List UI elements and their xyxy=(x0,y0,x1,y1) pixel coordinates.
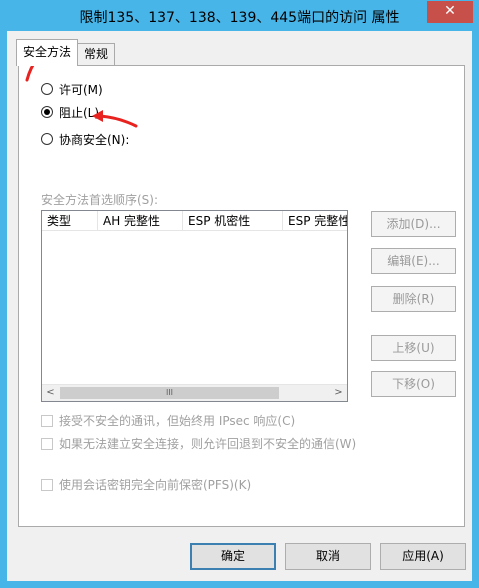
close-icon: ✕ xyxy=(444,3,456,19)
column-header-type[interactable]: 类型 xyxy=(42,211,98,230)
radio-block-control[interactable] xyxy=(41,106,53,118)
horizontal-scrollbar[interactable]: < III > xyxy=(42,384,347,401)
apply-button[interactable]: 应用(A) xyxy=(380,543,466,570)
radio-permit-label: 许可(M) xyxy=(59,82,103,97)
checkbox-pfs[interactable]: 使用会话密钥完全向前保密(PFS)(K) xyxy=(41,476,251,493)
tab-general[interactable]: 常规 xyxy=(77,43,116,65)
checkbox-pfs-label: 使用会话密钥完全向前保密(PFS)(K) xyxy=(59,478,252,492)
radio-negotiate-control[interactable] xyxy=(41,133,53,145)
close-button[interactable]: ✕ xyxy=(427,1,473,23)
checkbox-fallback-unsecured[interactable]: 如果无法建立安全连接，则允许回退到不安全的通信(W) xyxy=(41,435,356,452)
edit-button[interactable]: 编辑(E)... xyxy=(371,248,456,274)
move-down-button[interactable]: 下移(O) xyxy=(371,371,456,397)
radio-negotiate-label: 协商安全(N): xyxy=(59,132,130,147)
ok-button[interactable]: 确定 xyxy=(190,543,276,570)
column-header-esp-integrity[interactable]: ESP 完整性 xyxy=(283,211,347,230)
checkbox-accept-unsecured-label: 接受不安全的通讯，但始终用 IPsec 响应(C) xyxy=(59,414,296,428)
scroll-left-icon[interactable]: < xyxy=(42,385,59,401)
tab-security-methods[interactable]: 安全方法 xyxy=(16,39,79,66)
checkbox-accept-unsecured[interactable]: 接受不安全的通讯，但始终用 IPsec 响应(C) xyxy=(41,412,295,429)
method-order-label: 安全方法首选顺序(S): xyxy=(41,193,159,207)
checkbox-accept-unsecured-control[interactable] xyxy=(41,414,53,427)
add-button[interactable]: 添加(D)... xyxy=(371,211,456,237)
checkbox-fallback-unsecured-label: 如果无法建立安全连接，则允许回退到不安全的通信(W) xyxy=(59,437,357,451)
scroll-thumb[interactable]: III xyxy=(60,387,279,399)
scroll-right-icon[interactable]: > xyxy=(330,385,347,401)
column-header-esp-confidentiality[interactable]: ESP 机密性 xyxy=(183,211,283,230)
move-up-button[interactable]: 上移(U) xyxy=(371,335,456,361)
cancel-button[interactable]: 取消 xyxy=(285,543,371,570)
properties-window: 限制135、137、138、139、445端口的访问 属性 ✕ 安全方法 常规 … xyxy=(0,0,479,588)
title-bar[interactable]: 限制135、137、138、139、445端口的访问 属性 ✕ xyxy=(0,0,479,32)
radio-permit[interactable]: 许可(M) xyxy=(41,81,103,97)
column-header-ah-integrity[interactable]: AH 完整性 xyxy=(98,211,183,230)
radio-negotiate[interactable]: 协商安全(N): xyxy=(41,131,129,147)
delete-button[interactable]: 删除(R) xyxy=(371,286,456,312)
security-methods-panel: 许可(M) 阻止(L) 协商安全(N): 安全方法首选顺序(S): 类型 AH … xyxy=(18,65,465,527)
dialog-client-area: 安全方法 常规 许可(M) 阻止(L) 协商安全(N): 安全方法首选顺序(S)… xyxy=(7,31,472,581)
checkbox-fallback-unsecured-control[interactable] xyxy=(41,437,53,450)
security-method-list[interactable]: 类型 AH 完整性 ESP 机密性 ESP 完整性 < III > xyxy=(41,210,348,402)
annotation-arrow-icon xyxy=(92,110,138,128)
list-header: 类型 AH 完整性 ESP 机密性 ESP 完整性 xyxy=(42,211,347,231)
radio-permit-control[interactable] xyxy=(41,83,53,95)
window-title: 限制135、137、138、139、445端口的访问 属性 xyxy=(79,10,400,26)
checkbox-pfs-control[interactable] xyxy=(41,478,53,491)
